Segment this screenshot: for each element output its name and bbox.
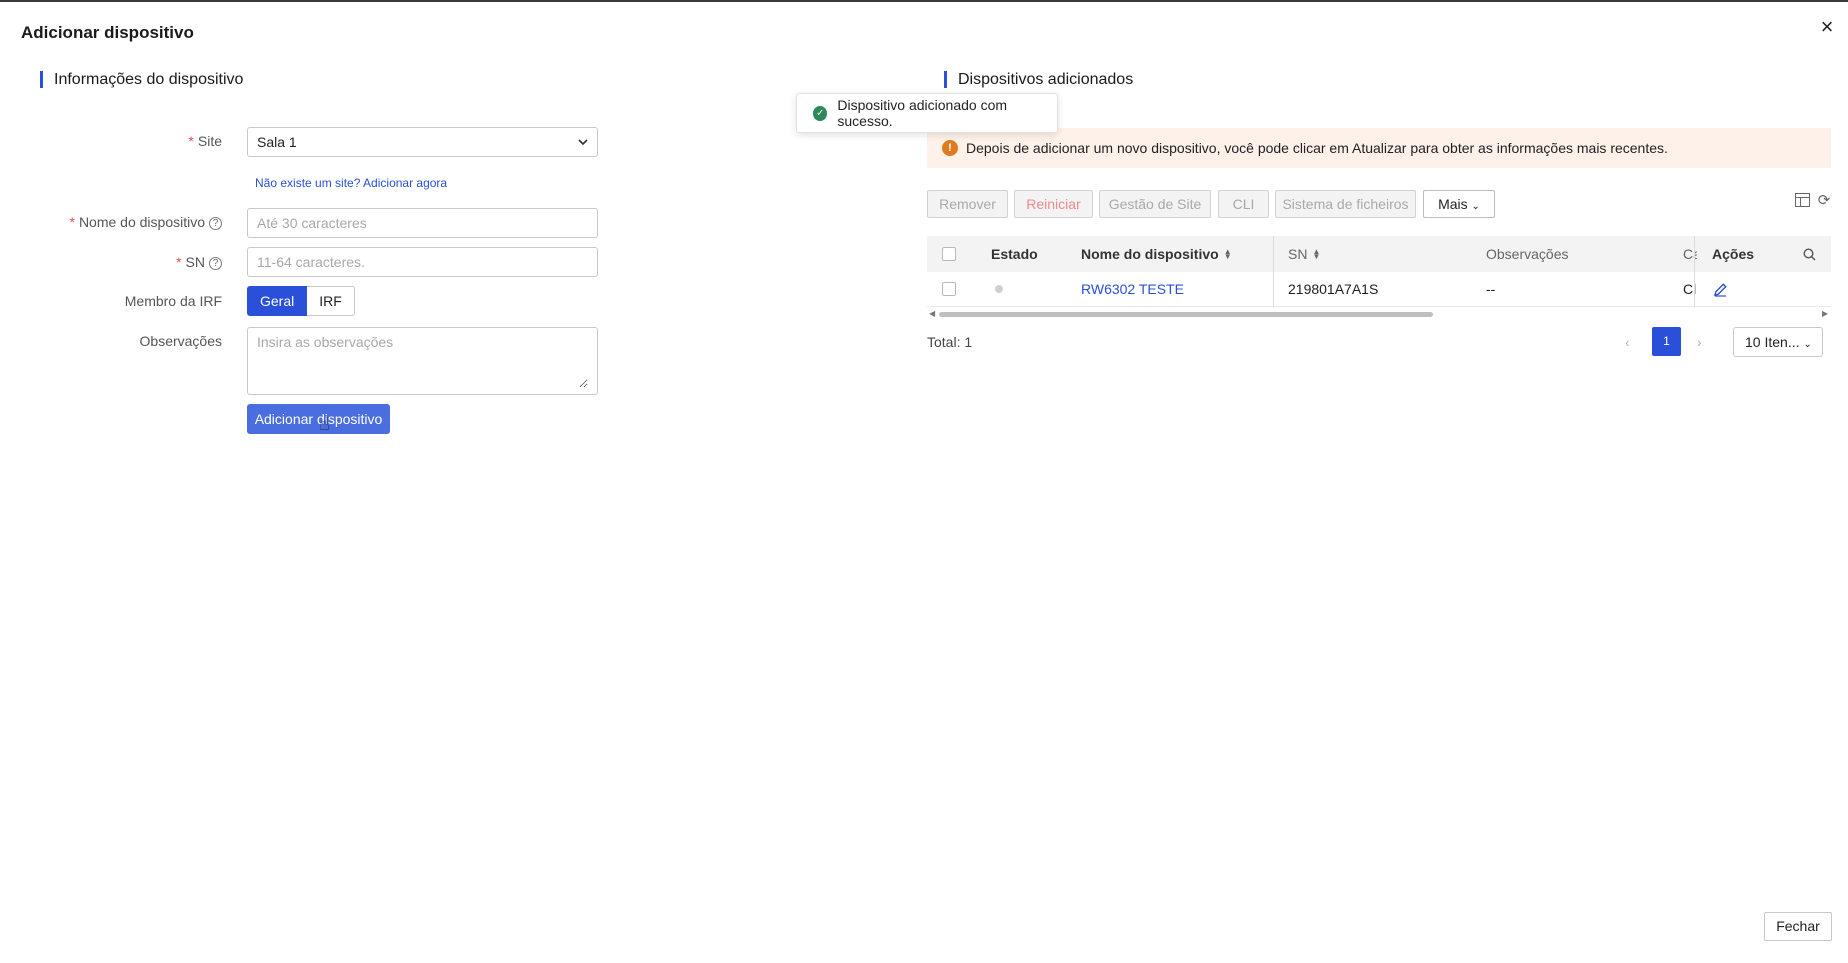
- sn-field[interactable]: [247, 247, 598, 277]
- page-size-value: 10 Iten...: [1745, 334, 1800, 350]
- page-1-button[interactable]: 1: [1652, 327, 1681, 356]
- col-actions: Ações: [1712, 246, 1755, 262]
- scroll-left-icon[interactable]: ◀: [929, 310, 935, 318]
- device-name-label: * Nome do dispositivo?: [22, 214, 222, 230]
- irf-option-geral[interactable]: Geral: [247, 286, 308, 316]
- next-page-icon[interactable]: ›: [1697, 334, 1702, 350]
- notes-textarea[interactable]: [257, 334, 588, 388]
- site-management-button[interactable]: Gestão de Site: [1099, 190, 1211, 218]
- irf-label: Membro da IRF: [124, 293, 222, 309]
- prev-page-icon[interactable]: ‹: [1625, 334, 1630, 350]
- table-row: RW6302 TESTE 219801A7A1S -- Cl: [927, 272, 1831, 307]
- notes-label: Observações: [139, 333, 222, 349]
- cli-button[interactable]: CLI: [1218, 190, 1269, 218]
- column-divider: [1273, 236, 1274, 307]
- device-info-section-title: Informações do dispositivo: [40, 71, 243, 88]
- filesystem-button[interactable]: Sistema de ficheiros: [1275, 190, 1416, 218]
- required-mark: *: [188, 133, 194, 149]
- col-device-name[interactable]: Nome do dispositivo ▲ ▼: [1081, 236, 1232, 272]
- row-checkbox[interactable]: [942, 272, 956, 306]
- alert-text: Depois de adicionar um novo dispositivo,…: [966, 140, 1668, 156]
- site-select-value: Sala 1: [257, 134, 297, 150]
- toast-message: Dispositivo adicionado com sucesso.: [837, 97, 1008, 129]
- info-alert: ! Depois de adicionar um novo dispositiv…: [927, 128, 1831, 168]
- checkbox[interactable]: [942, 282, 956, 296]
- check-circle-icon: ✓: [813, 105, 828, 121]
- help-icon[interactable]: ?: [209, 257, 222, 270]
- column-divider: [1694, 236, 1695, 307]
- col-notes: Observações: [1486, 246, 1569, 262]
- device-notes: --: [1486, 281, 1496, 297]
- device-name-field[interactable]: [247, 208, 598, 238]
- dialog-title: Adicionar dispositivo: [21, 23, 194, 42]
- page-size-select[interactable]: 10 Iten... ⌄: [1733, 327, 1823, 357]
- success-toast: ✓ Dispositivo adicionado com sucesso.: [796, 93, 1058, 133]
- chevron-down-icon: ⌄: [1803, 339, 1812, 350]
- col-sn[interactable]: SN ▲ ▼: [1288, 236, 1320, 272]
- scrollbar-thumb[interactable]: [939, 312, 1433, 317]
- warning-icon: !: [942, 140, 958, 156]
- more-dropdown[interactable]: Mais ⌄: [1423, 190, 1495, 218]
- refresh-icon[interactable]: ⟳: [1816, 193, 1832, 209]
- notes-field[interactable]: [247, 327, 598, 395]
- sort-icon[interactable]: ▲ ▼: [1224, 248, 1232, 261]
- col-device-name-label: Nome do dispositivo: [1081, 246, 1219, 262]
- close-icon[interactable]: ×: [1816, 16, 1838, 38]
- required-mark: *: [69, 214, 75, 230]
- status-dot: [995, 272, 1003, 306]
- hand-cursor-icon: ☝: [319, 414, 330, 434]
- horizontal-scrollbar[interactable]: ◀ ▶: [927, 310, 1831, 318]
- status-indicator: [995, 285, 1003, 293]
- device-name-label-text: Nome do dispositivo: [78, 214, 205, 230]
- top-border: [0, 0, 1848, 2]
- total-count: Total: 1: [927, 334, 973, 350]
- columns-icon[interactable]: [1794, 193, 1810, 209]
- sn-input[interactable]: [257, 248, 588, 276]
- checkbox[interactable]: [942, 247, 956, 261]
- chevron-down-icon: ⌄: [1471, 201, 1480, 212]
- search-icon[interactable]: [1803, 236, 1816, 272]
- devices-table: Estado Nome do dispositivo ▲ ▼ SN ▲ ▼ Observ…: [927, 236, 1831, 320]
- restart-button[interactable]: Reiniciar: [1014, 190, 1093, 218]
- remove-button[interactable]: Remover: [927, 190, 1008, 218]
- added-devices-section-title: Dispositivos adicionados: [944, 71, 1133, 88]
- irf-option-irf[interactable]: IRF: [307, 286, 355, 316]
- device-sn: 219801A7A1S: [1288, 281, 1379, 297]
- sort-icon[interactable]: ▲ ▼: [1312, 248, 1320, 261]
- site-label-text: Site: [197, 133, 222, 149]
- sn-label-text: SN: [185, 254, 205, 270]
- site-label: * Site: [22, 133, 222, 149]
- device-name-link[interactable]: RW6302 TESTE: [1081, 272, 1184, 306]
- chevron-down-icon: [578, 138, 588, 145]
- help-icon[interactable]: ?: [209, 217, 222, 230]
- required-mark: *: [176, 254, 182, 270]
- device-name-input[interactable]: [257, 209, 588, 237]
- close-button[interactable]: Fechar: [1764, 912, 1832, 941]
- site-select[interactable]: Sala 1: [247, 127, 598, 157]
- irf-toggle[interactable]: Geral IRF: [247, 286, 355, 316]
- add-site-link[interactable]: Não existe um site? Adicionar agora: [255, 176, 447, 190]
- sn-label: * SN?: [22, 254, 222, 270]
- table-header: Estado Nome do dispositivo ▲ ▼ SN ▲ ▼ Observ…: [927, 236, 1831, 272]
- col-status: Estado: [991, 246, 1038, 262]
- col-sn-label: SN: [1288, 246, 1308, 262]
- scroll-right-icon[interactable]: ▶: [1822, 310, 1828, 318]
- edit-icon[interactable]: [1713, 272, 1728, 306]
- more-label: Mais: [1438, 196, 1468, 212]
- select-all-checkbox[interactable]: [942, 236, 956, 272]
